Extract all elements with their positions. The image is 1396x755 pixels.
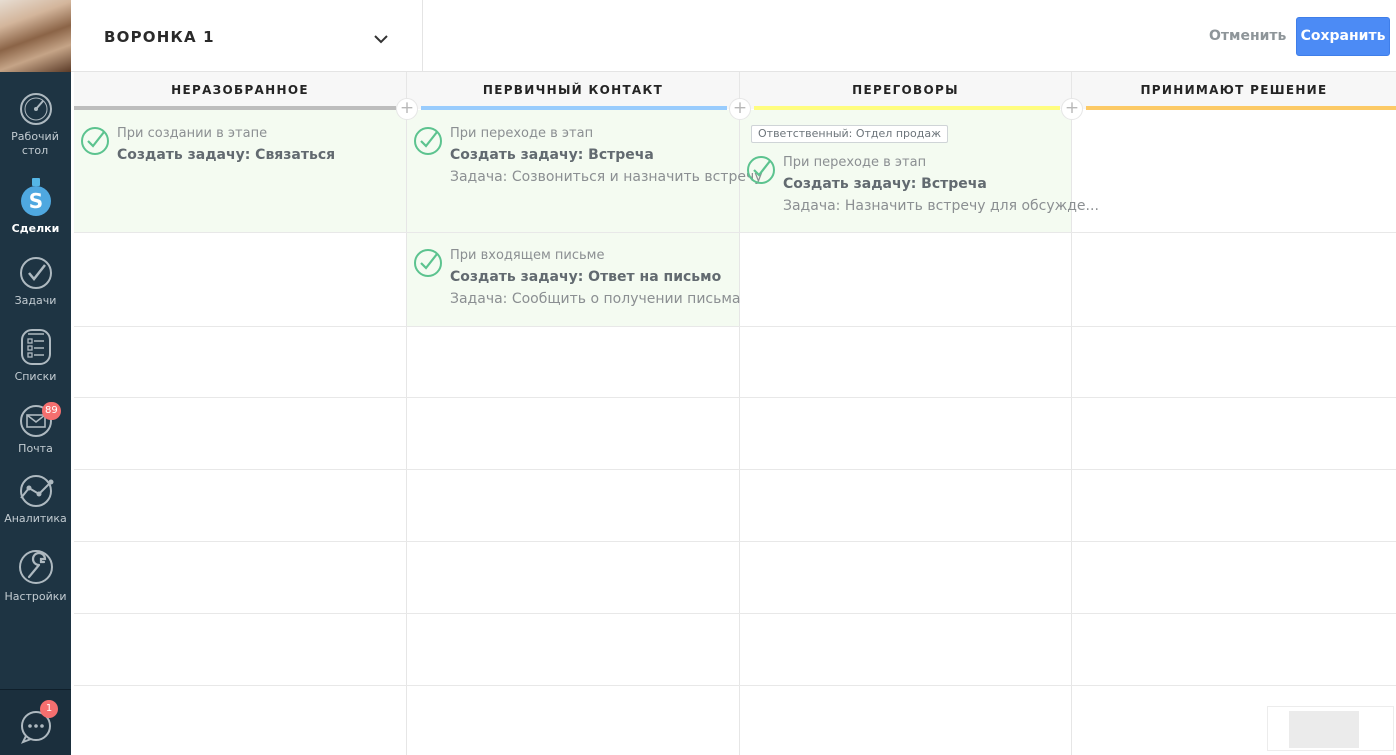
mail-unread-badge: 89 (42, 402, 61, 420)
stage-header[interactable]: НЕРАЗОБРАННОЕ (74, 72, 406, 109)
chat-icon (0, 710, 71, 744)
row-divider (74, 613, 1396, 614)
pipeline-name: ВОРОНКА 1 (104, 28, 215, 46)
add-stage-button[interactable]: + (1061, 98, 1083, 120)
analytics-icon (0, 474, 71, 508)
svg-text:S: S (28, 189, 42, 213)
sidebar-item-label: Аналитика (4, 512, 67, 525)
stage-title: ПРИНИМАЮТ РЕШЕНИЕ (1140, 83, 1328, 97)
tasks-icon (0, 256, 71, 290)
trigger-condition: При переходе в этап (450, 126, 594, 141)
pipeline-board: НЕРАЗОБРАННОЕ ПЕРВИЧНЫЙ КОНТАКТ ПЕРЕГОВО… (74, 72, 1396, 755)
chat-panel: 1 (0, 689, 71, 755)
stage-color-line (1086, 106, 1396, 110)
trigger-task: Задача: Назначить встречу для обсужде... (783, 198, 1099, 214)
sidebar-item-settings[interactable]: Настройки (0, 548, 71, 604)
trigger-condition: При переходе в этап (783, 155, 927, 170)
sidebar-item-lists[interactable]: Списки (0, 328, 71, 384)
trigger-card[interactable]: При переходе в этап Создать задачу: Встр… (413, 126, 763, 188)
settings-icon (0, 548, 71, 586)
pipeline-select[interactable]: ВОРОНКА 1 (71, 0, 423, 72)
trigger-task: Задача: Сообщить о получении письма (450, 291, 741, 307)
check-circle-icon (80, 126, 110, 160)
save-button[interactable]: Сохранить (1296, 17, 1390, 56)
chat-badge: 1 (40, 700, 58, 718)
trigger-action: Создать задачу: Встреча (450, 147, 654, 163)
sidebar-item-mail[interactable]: 89 Почта (0, 402, 71, 456)
trigger-card[interactable]: При переходе в этап Создать задачу: Встр… (746, 155, 1099, 217)
add-stage-button[interactable]: + (729, 98, 751, 120)
stage-header[interactable]: ПРИНИМАЮТ РЕШЕНИЕ (1072, 72, 1396, 109)
row-divider (74, 685, 1396, 686)
sidebar-item-deals[interactable]: S Сделки (0, 178, 71, 236)
stage-title: ПЕРЕГОВОРЫ (852, 83, 959, 97)
user-avatar[interactable] (0, 0, 71, 72)
chat-button[interactable]: 1 (0, 700, 71, 744)
widget-placeholder (1289, 711, 1359, 748)
sidebar-item-label: Задачи (14, 294, 57, 307)
responsible-tag[interactable]: Ответственный: Отдел продаж (751, 125, 948, 143)
sidebar-item-tasks[interactable]: Задачи (0, 256, 71, 308)
row-divider (74, 469, 1396, 470)
stage-title: НЕРАЗОБРАННОЕ (171, 83, 309, 97)
stage-title: ПЕРВИЧНЫЙ КОНТАКТ (482, 83, 664, 97)
stage-column: НЕРАЗОБРАННОЕ (74, 72, 407, 755)
trigger-action: Создать задачу: Встреча (783, 176, 987, 192)
trigger-task: Задача: Созвониться и назначить встречу (450, 169, 763, 185)
deals-icon: S (0, 178, 71, 218)
cancel-button[interactable]: Отменить (1209, 28, 1286, 44)
check-circle-icon (746, 155, 776, 189)
trigger-card[interactable]: При входящем письме Создать задачу: Отве… (413, 248, 741, 310)
row-divider (74, 326, 1396, 327)
row-divider (74, 541, 1396, 542)
stage-header[interactable]: ПЕРЕГОВОРЫ (740, 72, 1071, 109)
sidebar: Рабочий стол S Сделки Задачи Списки 89 П… (0, 0, 71, 755)
check-circle-icon (413, 248, 443, 282)
sidebar-item-label: Почта (18, 442, 53, 455)
trigger-action: Создать задачу: Связаться (117, 147, 336, 163)
row-divider (74, 232, 1396, 233)
corner-widget[interactable] (1267, 706, 1394, 751)
stage-color-line (421, 106, 727, 110)
sidebar-item-label: Рабочий стол (11, 130, 59, 157)
sidebar-item-dashboard[interactable]: Рабочий стол (0, 92, 71, 158)
lists-icon (0, 328, 71, 366)
stage-header[interactable]: ПЕРВИЧНЫЙ КОНТАКТ (407, 72, 739, 109)
check-circle-icon (413, 126, 443, 160)
sidebar-item-label: Списки (14, 370, 57, 383)
trigger-action: Создать задачу: Ответ на письмо (450, 269, 722, 285)
stage-color-line (754, 106, 1060, 110)
dashboard-icon (0, 92, 71, 126)
sidebar-item-analytics[interactable]: Аналитика (0, 474, 71, 526)
sidebar-item-label: Сделки (11, 222, 60, 235)
trigger-card[interactable]: При создании в этапе Создать задачу: Свя… (80, 126, 400, 166)
sidebar-item-label: Настройки (4, 590, 67, 603)
row-divider (74, 397, 1396, 398)
trigger-condition: При входящем письме (450, 248, 605, 263)
trigger-condition: При создании в этапе (117, 126, 268, 141)
chevron-down-icon (373, 30, 389, 49)
stage-column: ПРИНИМАЮТ РЕШЕНИЕ (1072, 72, 1396, 755)
stage-color-line (74, 106, 396, 110)
add-stage-button[interactable]: + (396, 98, 418, 120)
top-bar: ВОРОНКА 1 Отменить Сохранить (71, 0, 1396, 72)
